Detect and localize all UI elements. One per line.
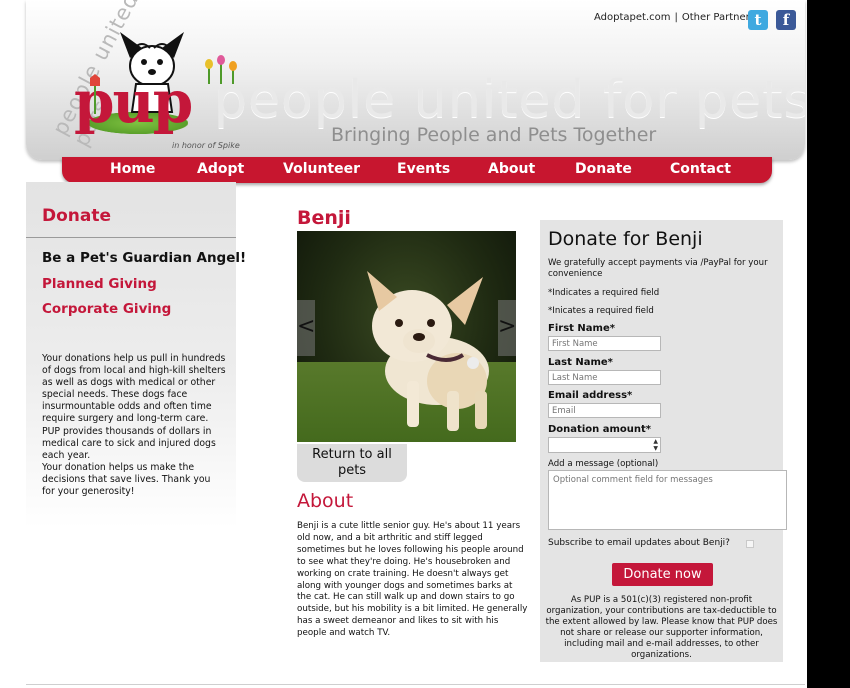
last-name-label: Last Name* — [548, 357, 613, 368]
donation-form: Donate for Benji We gratefully accept pa… — [540, 220, 787, 662]
nav-home[interactable]: Home — [110, 161, 155, 177]
site-title: people united for pets — [214, 70, 805, 130]
nav-contact[interactable]: Contact — [670, 161, 731, 177]
form-intro: We gratefully accept payments via /PayPa… — [548, 258, 768, 279]
sidebar-item-planned-giving[interactable]: Planned Giving — [42, 276, 157, 292]
pup-logo[interactable]: people united for pets pup — [26, 0, 246, 160]
tulips-icon — [90, 74, 100, 114]
sidebar-item-guardian-angel[interactable]: Be a Pet's Guardian Angel! — [42, 250, 246, 266]
about-heading: About — [297, 490, 354, 512]
sidebar-divider — [26, 237, 236, 238]
nav-volunteer[interactable]: Volunteer — [283, 161, 360, 177]
partner-links: Adoptapet.com | Other Partners — [594, 12, 755, 23]
sidebar-paragraph-1: Your donations help us pull in hundreds … — [42, 353, 226, 461]
nav-donate[interactable]: Donate — [575, 161, 632, 177]
about-text: Benji is a cute little senior guy. He's … — [297, 521, 528, 639]
email-field[interactable] — [548, 403, 661, 418]
pet-photo — [297, 231, 516, 442]
twitter-icon[interactable]: t — [748, 10, 768, 30]
message-label: Add a message (optional) — [548, 459, 659, 469]
facebook-icon[interactable]: f — [776, 10, 796, 30]
photo-next-arrow[interactable]: > — [498, 300, 516, 356]
adoptapet-link[interactable]: Adoptapet.com — [594, 12, 670, 23]
first-name-label: First Name* — [548, 323, 615, 334]
stepper-arrows-icon[interactable]: ▲ ▼ — [653, 438, 658, 452]
dog-photo-illustration — [367, 271, 489, 431]
sidebar-donation-text: Your donations help us pull in hundreds … — [42, 353, 226, 498]
email-label: Email address* — [548, 390, 633, 401]
subscribe-checkbox[interactable] — [746, 540, 754, 548]
other-partners-link[interactable]: Other Partners — [682, 12, 755, 23]
site-header: people united for pets pup — [26, 0, 805, 160]
sidebar: Donate Be a Pet's Guardian Angel! Planne… — [26, 182, 246, 528]
nav-adopt[interactable]: Adopt — [197, 161, 244, 177]
site-tagline: Bringing People and Pets Together — [331, 124, 657, 146]
return-to-all-pets-button[interactable]: Return to all pets — [297, 444, 407, 482]
footer-divider — [26, 684, 805, 685]
subscribe-label: Subscribe to email updates about Benji? — [548, 538, 730, 548]
nav-about[interactable]: About — [488, 161, 535, 177]
required-note-1: *Indicates a required field — [548, 288, 660, 298]
donation-amount-label: Donation amount* — [548, 424, 652, 435]
message-field[interactable] — [548, 470, 787, 530]
form-title: Donate for Benji — [548, 228, 703, 250]
link-separator: | — [674, 12, 678, 23]
sidebar-item-corporate-giving[interactable]: Corporate Giving — [42, 301, 171, 317]
sidebar-paragraph-2: Your donation helps us make the decision… — [42, 461, 211, 498]
pet-name-heading: Benji — [297, 207, 351, 229]
tax-legal-notice: As PUP is a 501(c)(3) registered non-pro… — [545, 595, 778, 660]
photo-prev-arrow[interactable]: < — [297, 300, 315, 356]
last-name-field[interactable] — [548, 370, 661, 385]
logo-caption: in honor of Spike — [172, 141, 240, 150]
required-note-2: *Inicates a required field — [548, 306, 654, 316]
donate-now-button[interactable]: Donate now — [612, 563, 713, 586]
main-nav: Home Adopt Volunteer Events About Donate… — [62, 157, 772, 183]
sidebar-heading: Donate — [42, 206, 112, 226]
donation-amount-stepper[interactable]: ▲ ▼ — [548, 437, 661, 453]
page: people united for pets pup — [0, 0, 807, 688]
nav-events[interactable]: Events — [397, 161, 450, 177]
first-name-field[interactable] — [548, 336, 661, 351]
